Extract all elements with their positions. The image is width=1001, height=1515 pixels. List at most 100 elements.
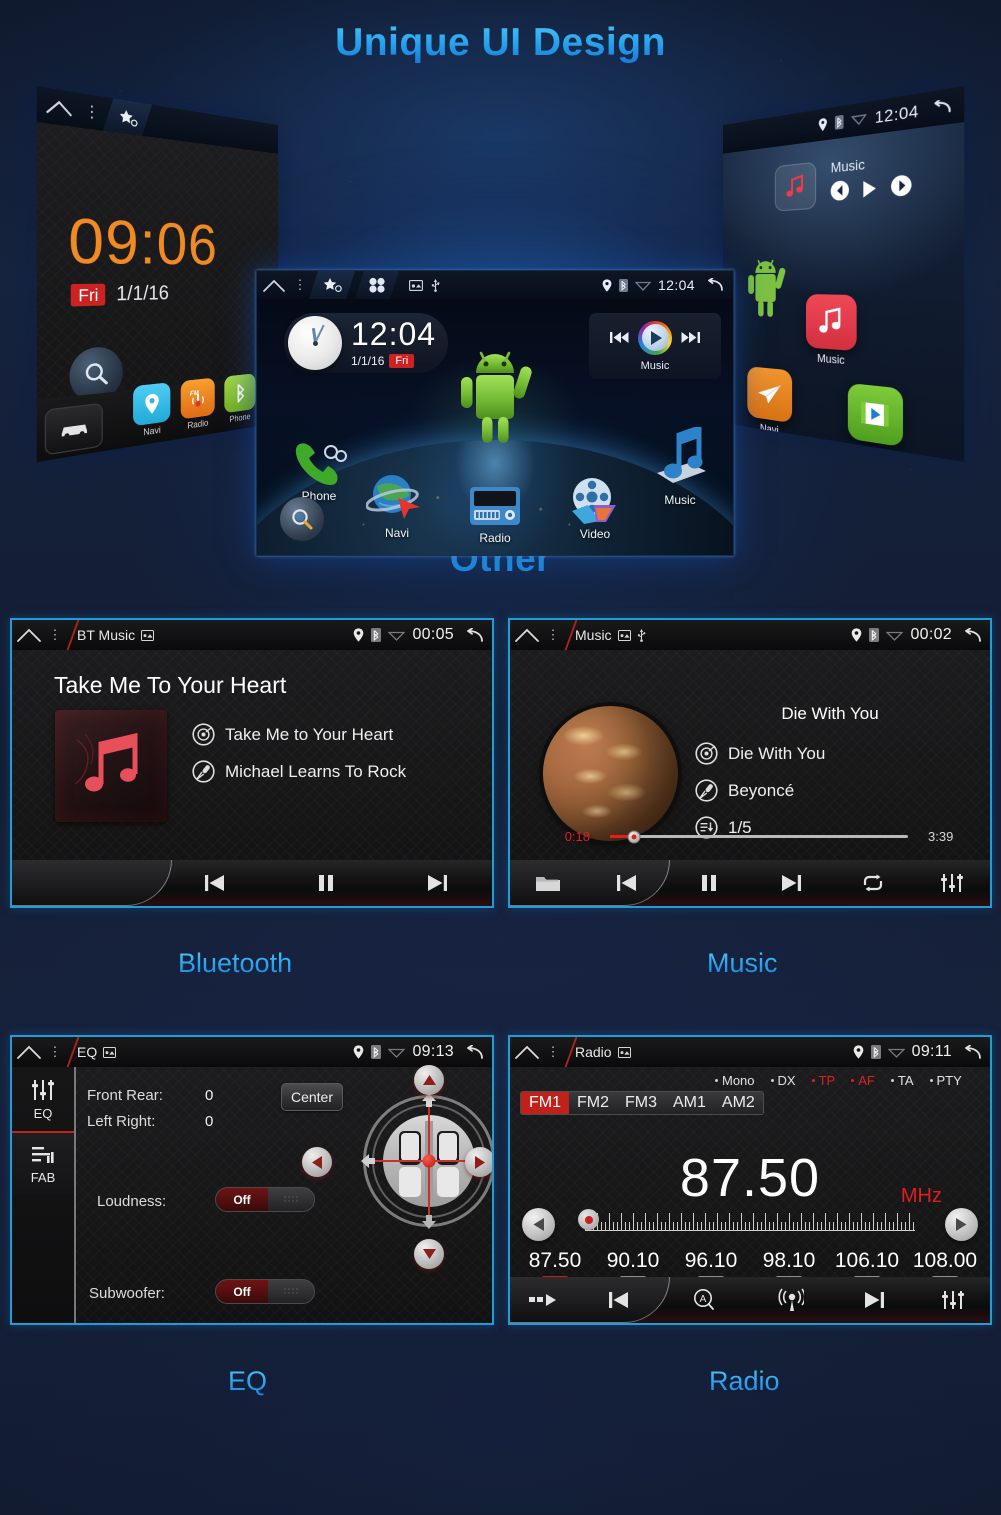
- flag-pty[interactable]: PTY: [929, 1073, 962, 1088]
- sdcard-icon: [617, 629, 631, 641]
- home-icon[interactable]: [510, 628, 544, 642]
- flag-tp[interactable]: TP: [811, 1073, 835, 1088]
- kebab-menu-icon[interactable]: ⋮: [544, 1044, 562, 1060]
- radio-time: 09:11: [911, 1043, 952, 1060]
- kebab-menu-icon[interactable]: ⋮: [291, 277, 309, 293]
- next-icon[interactable]: [891, 174, 912, 197]
- bluetooth-now-playing-title: Take Me To Your Heart: [54, 672, 287, 698]
- center-app-navi[interactable]: Navi: [359, 472, 435, 540]
- bluetooth-title: BT Music: [77, 627, 155, 643]
- radio-tuning-cursor[interactable]: [578, 1209, 599, 1230]
- sidebar-label-fab: FAB: [30, 1169, 56, 1185]
- home-icon[interactable]: [12, 1045, 46, 1059]
- eq-body: EQ FAB Front Rear: 0 Left Right: 0 Cente…: [12, 1065, 492, 1323]
- band-am1[interactable]: AM1: [665, 1092, 714, 1114]
- previous-track-icon[interactable]: [160, 874, 271, 892]
- home-icon[interactable]: [510, 1045, 544, 1059]
- kebab-menu-icon[interactable]: ⋮: [81, 101, 103, 124]
- kebab-menu-icon[interactable]: ⋮: [46, 627, 64, 643]
- sidebar-item-eq[interactable]: EQ: [12, 1067, 74, 1131]
- right-screen-music-widget[interactable]: Music: [774, 151, 912, 212]
- subwoofer-toggle[interactable]: Off: [215, 1279, 315, 1304]
- center-app-music[interactable]: Music: [642, 427, 718, 507]
- previous-track-icon[interactable]: [586, 874, 668, 892]
- bluetooth-icon: [371, 1045, 382, 1059]
- back-arrow-icon[interactable]: [461, 1044, 483, 1060]
- fader-left-button[interactable]: [302, 1147, 332, 1177]
- tune-left-icon[interactable]: [522, 1208, 555, 1241]
- radio-tuning-scale[interactable]: [585, 1213, 915, 1231]
- previous-icon[interactable]: [830, 180, 849, 202]
- toggle-knob[interactable]: [268, 1280, 314, 1303]
- bluetooth-statusbar: ⋮ BT Music 00:05: [12, 620, 492, 650]
- back-arrow-icon[interactable]: [928, 98, 951, 117]
- right-screen-apps: Music Navi Video: [723, 235, 964, 462]
- flag-af[interactable]: AF: [851, 1073, 875, 1088]
- center-app-radio[interactable]: Radio: [457, 483, 533, 545]
- back-arrow-icon[interactable]: [461, 627, 483, 643]
- home-icon[interactable]: [12, 628, 46, 642]
- sidebar-item-fab[interactable]: FAB: [12, 1131, 74, 1195]
- flag-dx[interactable]: DX: [770, 1073, 796, 1088]
- toggle-knob[interactable]: [268, 1188, 314, 1211]
- back-arrow-icon[interactable]: [959, 627, 981, 643]
- fader-position-dot[interactable]: [422, 1154, 436, 1168]
- pause-icon[interactable]: [271, 874, 382, 892]
- band-fm1[interactable]: FM1: [521, 1092, 569, 1114]
- fader-up-button[interactable]: [414, 1065, 444, 1095]
- center-app-phone[interactable]: Phone: [281, 439, 357, 503]
- flag-mono[interactable]: Mono: [715, 1073, 755, 1088]
- band-fm3[interactable]: FM3: [617, 1092, 665, 1114]
- progress-slider[interactable]: [610, 830, 908, 843]
- back-arrow-icon[interactable]: [959, 1044, 981, 1060]
- search-magnifier-icon[interactable]: [277, 497, 327, 541]
- folder-icon[interactable]: [510, 873, 586, 893]
- band-am2[interactable]: AM2: [714, 1092, 763, 1114]
- equalizer-icon[interactable]: [914, 872, 990, 894]
- favorites-star-icon[interactable]: [309, 271, 355, 299]
- next-track-icon[interactable]: [681, 331, 700, 344]
- car-icon[interactable]: [44, 402, 103, 456]
- music-widget[interactable]: Music: [589, 313, 721, 379]
- tune-right-icon[interactable]: [945, 1208, 978, 1241]
- repeat-icon[interactable]: [832, 873, 914, 893]
- music-body: Die With You Die With You Beyoncé 1/5 0:…: [510, 650, 990, 906]
- play-icon[interactable]: [638, 320, 672, 355]
- equalizer-icon[interactable]: [916, 1289, 990, 1311]
- left-app-navi[interactable]: Navi: [133, 382, 171, 439]
- previous-track-icon[interactable]: [576, 1291, 661, 1309]
- loudness-toggle[interactable]: Off: [215, 1187, 315, 1212]
- music-title-text: Music: [575, 627, 612, 643]
- list-play-icon[interactable]: [510, 1293, 576, 1307]
- home-icon[interactable]: [257, 279, 291, 292]
- clock-center-pin: [312, 340, 318, 346]
- fader-down-button[interactable]: [414, 1239, 444, 1269]
- next-track-icon[interactable]: [831, 1291, 916, 1309]
- right-app-music[interactable]: Music: [804, 294, 859, 369]
- clock-widget[interactable]: 12:04 1/1/16 Fri: [284, 313, 448, 373]
- artist-row: Beyoncé: [695, 779, 825, 802]
- home-icon[interactable]: [37, 96, 81, 118]
- center-button[interactable]: Center: [281, 1083, 343, 1111]
- left-app-radio[interactable]: FM Radio: [180, 377, 215, 432]
- left-app-phone[interactable]: Phone: [224, 373, 256, 425]
- location-pin-icon: [353, 1045, 364, 1059]
- center-app-video[interactable]: Video: [557, 475, 633, 541]
- apps-grid-icon[interactable]: [355, 271, 399, 299]
- kebab-menu-icon[interactable]: ⋮: [46, 1044, 64, 1060]
- fader-right-button[interactable]: [465, 1147, 492, 1177]
- play-icon[interactable]: [862, 179, 877, 197]
- next-track-icon[interactable]: [381, 874, 492, 892]
- previous-track-icon[interactable]: [610, 331, 629, 344]
- progress-knob[interactable]: [627, 830, 641, 843]
- pause-icon[interactable]: [668, 874, 750, 892]
- band-fm2[interactable]: FM2: [569, 1092, 617, 1114]
- right-app-video[interactable]: Video: [846, 382, 906, 462]
- flag-ta[interactable]: TA: [890, 1073, 914, 1088]
- kebab-menu-icon[interactable]: ⋮: [544, 627, 562, 643]
- back-arrow-icon[interactable]: [702, 278, 723, 292]
- picture-icon: [617, 1046, 631, 1058]
- auto-search-icon[interactable]: A: [661, 1288, 746, 1312]
- next-track-icon[interactable]: [750, 874, 832, 892]
- radio-tower-icon[interactable]: [746, 1288, 831, 1312]
